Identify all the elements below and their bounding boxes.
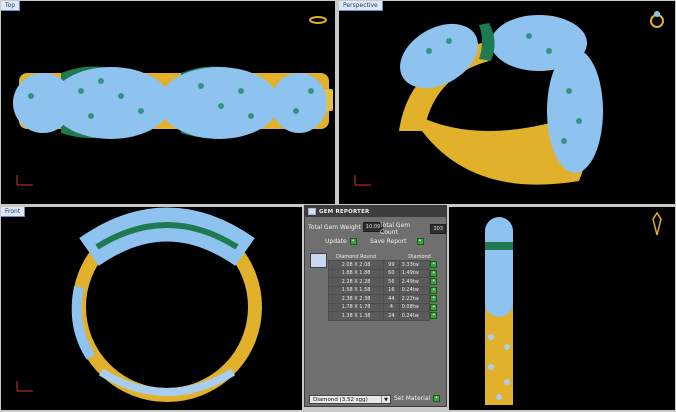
- gem-count: 60: [383, 268, 400, 278]
- row-select-button[interactable]: •: [430, 312, 438, 320]
- set-material-row: Set Material •: [394, 395, 441, 402]
- gem-reporter-title: GEM REPORTER: [319, 208, 370, 215]
- ring-perspective-view: [399, 15, 603, 185]
- gem-size: 1.58 X 1.58: [327, 285, 385, 295]
- total-count-row: Total Gem Count 303: [380, 222, 446, 236]
- table-row: 1.88 X 1.88 60 1.49tw •: [327, 268, 441, 278]
- set-material-button[interactable]: •: [433, 395, 441, 402]
- table-row: 1.38 X 1.38 24 0.24tw •: [327, 311, 441, 321]
- gem-weight: 3.33tw: [398, 260, 431, 270]
- gem-thumbnail-icon: [310, 253, 327, 268]
- gem-size: 2.28 X 2.28: [327, 277, 385, 287]
- gem-count: 56: [383, 277, 400, 287]
- gem-count: 4: [383, 302, 400, 312]
- total-count-label: Total Gem Count: [380, 222, 411, 236]
- axis-gizmo-icon: [15, 379, 37, 393]
- gem-count: 24: [383, 311, 400, 321]
- save-report-label: Save Report: [370, 238, 407, 245]
- gem-count: 44: [383, 294, 400, 304]
- gem-size: 2.38 X 2.38: [327, 294, 385, 304]
- gem-weight: 1.49tw: [398, 268, 431, 278]
- ring-thumbnail-icon: [650, 11, 664, 28]
- row-select-button[interactable]: •: [430, 261, 438, 269]
- viewport-label[interactable]: Perspective: [339, 1, 383, 11]
- gem-weight: 0.24tw: [398, 311, 431, 321]
- row-select-button[interactable]: •: [430, 303, 438, 311]
- gem-size: 1.78 X 1.78: [327, 302, 385, 312]
- viewport-front[interactable]: Front: [1, 207, 302, 410]
- save-report-button[interactable]: •: [416, 238, 424, 245]
- gem-table: Diamond Round Diamond 2.08 X 2.08 99 3.3…: [327, 253, 441, 321]
- ring-thumbnail-icon: [309, 16, 327, 24]
- total-count-value: 303: [430, 224, 446, 234]
- material-select-value: Diamond (3.52 sgg): [313, 397, 368, 403]
- table-row: 2.08 X 2.08 99 3.33tw •: [327, 260, 441, 270]
- gem-size: 2.08 X 2.08: [327, 260, 385, 270]
- table-row: 1.58 X 1.58 16 0.24tw •: [327, 285, 441, 295]
- viewport-label[interactable]: Top: [1, 1, 21, 11]
- gem-weight: 0.08tw: [398, 302, 431, 312]
- row-select-button[interactable]: •: [430, 269, 438, 277]
- gem-count: 99: [383, 260, 400, 270]
- table-row: 2.38 X 2.38 44 2.22tw •: [327, 294, 441, 304]
- total-weight-label: Total Gem Weight: [308, 223, 361, 231]
- row-select-button[interactable]: •: [430, 286, 438, 294]
- row-select-button[interactable]: •: [430, 295, 438, 303]
- save-report-row: Save Report •: [370, 238, 424, 245]
- gem-count: 16: [383, 285, 400, 295]
- total-weight-row: Total Gem Weight 10.09: [308, 222, 384, 232]
- update-label: Update: [325, 238, 347, 245]
- axis-gizmo-icon: [15, 173, 37, 187]
- viewport-perspective[interactable]: Perspective: [339, 1, 675, 204]
- ring-side-view: [485, 217, 513, 405]
- gem-weight: 2.49tw: [398, 277, 431, 287]
- update-row: Update •: [325, 238, 357, 245]
- gem-size: 1.88 X 1.88: [327, 268, 385, 278]
- column-header: Diamond: [408, 253, 431, 260]
- viewport-label[interactable]: Front: [1, 207, 26, 217]
- viewport-top[interactable]: Top: [1, 1, 335, 204]
- gem-reporter-panel: GEM REPORTER Total Gem Weight 10.09 Tota…: [304, 205, 447, 407]
- update-button[interactable]: •: [349, 238, 357, 245]
- viewport-right[interactable]: [449, 207, 675, 410]
- column-header: Diamond Round: [336, 253, 376, 260]
- gem-size: 1.38 X 1.38: [327, 311, 385, 321]
- material-select[interactable]: Diamond (3.52 sgg) ▼: [309, 395, 391, 404]
- gem-weight: 2.22tw: [398, 294, 431, 304]
- set-material-label: Set Material: [394, 395, 431, 402]
- gem-reporter-titlebar[interactable]: GEM REPORTER: [305, 206, 446, 217]
- ring-front-view: [71, 207, 262, 402]
- chevron-down-icon[interactable]: ▼: [381, 396, 390, 403]
- table-row: 1.78 X 1.78 4 0.08tw •: [327, 302, 441, 312]
- gem-reporter-icon: [308, 208, 316, 215]
- axis-gizmo-icon: [353, 173, 375, 187]
- ring-thumbnail-icon: [652, 211, 662, 236]
- gem-weight: 0.24tw: [398, 285, 431, 295]
- row-select-button[interactable]: •: [430, 278, 438, 286]
- ring-top-view: [13, 66, 333, 139]
- table-row: 2.28 X 2.28 56 2.49tw •: [327, 277, 441, 287]
